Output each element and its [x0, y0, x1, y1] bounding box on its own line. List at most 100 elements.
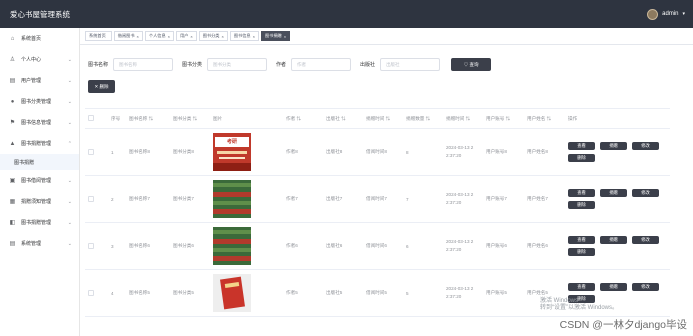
row-username: 用户姓名7 [527, 196, 548, 201]
app-title: 爱心书屋管理系统 [10, 9, 70, 19]
col-quantity[interactable]: 捐赠数量 ⇅ [406, 116, 446, 122]
sidebar-item-label: 图书分类管理 [21, 99, 52, 105]
tag-donation[interactable]: 图书捐赠 × [260, 31, 291, 41]
row-book-name: 图书名称8 [129, 149, 150, 154]
sidebar-item-system[interactable]: ▤ 系统管理 ⌄ [0, 233, 79, 254]
sidebar-item-label: 个人中心 [21, 57, 42, 63]
close-icon[interactable]: × [221, 34, 223, 39]
col-username[interactable]: 用户姓名 ⇅ [527, 116, 568, 122]
sidebar-item-label: 图书借阅管理 [21, 178, 52, 184]
row-delete-button[interactable]: 删除 [568, 201, 595, 209]
tag-category[interactable]: 图书分类 × [198, 31, 228, 41]
view-button[interactable]: 查看 [568, 142, 595, 150]
row-donate-date: 借阅时间7 [366, 196, 387, 201]
row-index: 4 [111, 290, 114, 296]
view-button[interactable]: 查看 [568, 283, 595, 291]
row-checkbox[interactable] [88, 195, 94, 202]
row-quantity: 8 [406, 149, 409, 155]
table-header: 序号 图书名称 ⇅ 图书分类 ⇅ 图片 作者 ⇅ 出版社 ⇅ 捐赠时间 ⇅ 捐赠… [85, 109, 670, 129]
view-button[interactable]: 查看 [568, 189, 595, 197]
user-menu[interactable]: admin ▾ [647, 8, 685, 20]
col-publisher[interactable]: 出版社 ⇅ [326, 116, 366, 122]
publisher-input[interactable]: 出版社 [380, 58, 441, 71]
author-input[interactable]: 作者 [291, 58, 352, 71]
donate-button[interactable]: 捐赠 [600, 189, 627, 197]
row-category: 图书分类6 [173, 243, 194, 248]
row-book-name: 图书名称5 [129, 290, 150, 295]
username: admin [662, 11, 679, 17]
close-icon[interactable]: × [137, 34, 139, 39]
chevron-down-icon: ⌄ [67, 219, 72, 226]
edit-button[interactable]: 修改 [632, 189, 659, 197]
row-account: 用户账号8 [486, 149, 507, 154]
edit-button[interactable]: 修改 [632, 142, 659, 150]
sidebar-item-book-category[interactable]: ● 图书分类管理 ⌄ [0, 91, 79, 112]
sidebar-item-book-info[interactable]: ⚑ 图书信息管理 ⌄ [0, 112, 79, 133]
col-image: 图片 [213, 115, 223, 121]
col-account[interactable]: 用户账号 ⇅ [486, 116, 527, 122]
sidebar-item-label: 捐赠须知管理 [21, 199, 52, 205]
sidebar-item-donation-notice[interactable]: ▦ 捐赠须知管理 ⌄ [0, 191, 79, 212]
book-cover-image [213, 180, 251, 218]
tag-home[interactable]: 系统首页 [85, 31, 112, 41]
close-icon[interactable]: × [190, 34, 192, 39]
sidebar-item-book-donation[interactable]: ▲ 图书捐赠管理 ⌃ [0, 133, 79, 154]
book-name-input[interactable]: 图书名称 [113, 58, 174, 71]
sidebar-item-home[interactable]: ⌂ 系统首页 [0, 28, 79, 49]
sidebar-item-label: 系统管理 [21, 241, 42, 247]
row-publisher: 出版社6 [326, 243, 343, 248]
main-content: 系统首页 借阅图书 × 个人信息 × 用户 × 图书分类 × 图书信息 × 图书捐赠 × 图… [80, 28, 693, 336]
tag-user[interactable]: 用户 × [175, 31, 197, 41]
row-index: 3 [111, 243, 114, 249]
close-icon[interactable]: × [168, 34, 170, 39]
book-category-input[interactable]: 图书分类 [207, 58, 268, 71]
donate-button[interactable]: 捐赠 [600, 283, 627, 291]
sidebar-subitem-donation[interactable]: 图书捐赠 [0, 154, 79, 170]
select-all-checkbox[interactable] [88, 115, 94, 121]
delete-button[interactable]: ✕ 删除 [88, 80, 115, 93]
col-category[interactable]: 图书分类 ⇅ [173, 116, 213, 122]
chevron-down-icon: ⌄ [67, 119, 72, 126]
col-donate-date[interactable]: 捐赠时间 ⇅ [366, 116, 406, 122]
close-icon[interactable]: × [253, 34, 255, 39]
donate-button[interactable]: 捐赠 [600, 142, 627, 150]
user-icon: ♙ [9, 57, 16, 63]
tag-book-info[interactable]: 图书信息 × [229, 31, 259, 41]
tag-profile[interactable]: 个人信息 × [144, 31, 174, 41]
edit-button[interactable]: 修改 [632, 236, 659, 244]
edit-button[interactable]: 修改 [632, 283, 659, 291]
sidebar-item-book-borrow[interactable]: ▣ 图书借阅管理 ⌄ [0, 170, 79, 191]
row-publisher: 出版社8 [326, 149, 343, 154]
sidebar-item-label: 图书捐赠管理 [21, 141, 52, 147]
row-checkbox[interactable] [88, 148, 94, 155]
row-checkbox[interactable] [88, 242, 94, 249]
col-donate-time[interactable]: 捐赠时间 ⇅ [446, 116, 486, 122]
col-author[interactable]: 作者 ⇅ [286, 116, 326, 122]
view-button[interactable]: 查看 [568, 236, 595, 244]
sidebar: ⌂ 系统首页 ♙ 个人中心 ⌄ ▤ 用户管理 ⌄ ● 图书分类管理 ⌄ ⚑ 图书… [0, 28, 80, 336]
avatar [647, 8, 659, 20]
row-quantity: 5 [406, 290, 409, 296]
donate-button[interactable]: 捐赠 [600, 236, 627, 244]
search-button[interactable]: ♡ 查询 [451, 58, 492, 71]
row-time: 2024-03-13 2 [446, 286, 474, 291]
row-username: 用户姓名5 [527, 290, 548, 295]
row-delete-button[interactable]: 删除 [568, 154, 595, 162]
table-row: 2 图书名称7 图书分类7 作者7 出版社7 借阅时间7 7 2024-03-1… [85, 176, 670, 223]
search-form: 图书名称 图书名称 图书分类 图书分类 作者 作者 出版社 出版社 ♡ 查询 [88, 58, 492, 71]
row-delete-button[interactable]: 删除 [568, 248, 595, 256]
col-book-name[interactable]: 图书名称 ⇅ [129, 116, 173, 122]
close-icon[interactable]: × [284, 34, 286, 39]
row-actions: 查看 捐赠 修改 删除 [568, 142, 670, 162]
pin-icon: ● [10, 98, 15, 105]
sidebar-item-label: 图书捐赠管理 [21, 220, 52, 226]
tag-borrow[interactable]: 借阅图书 × [113, 31, 143, 41]
row-time: 2024-03-13 2 [446, 239, 474, 244]
sidebar-item-donation-manage[interactable]: ◧ 图书捐赠管理 ⌄ [0, 212, 79, 233]
row-author: 作者8 [286, 149, 298, 154]
sidebar-item-users[interactable]: ▤ 用户管理 ⌄ [0, 70, 79, 91]
table-row: 1 图书名称8 图书分类8 考研 作者8 出版社8 借阅时间8 8 2024-0… [85, 129, 670, 176]
row-checkbox[interactable] [88, 289, 94, 296]
sidebar-item-profile[interactable]: ♙ 个人中心 ⌄ [0, 49, 79, 70]
row-username: 用户姓名6 [527, 243, 548, 248]
